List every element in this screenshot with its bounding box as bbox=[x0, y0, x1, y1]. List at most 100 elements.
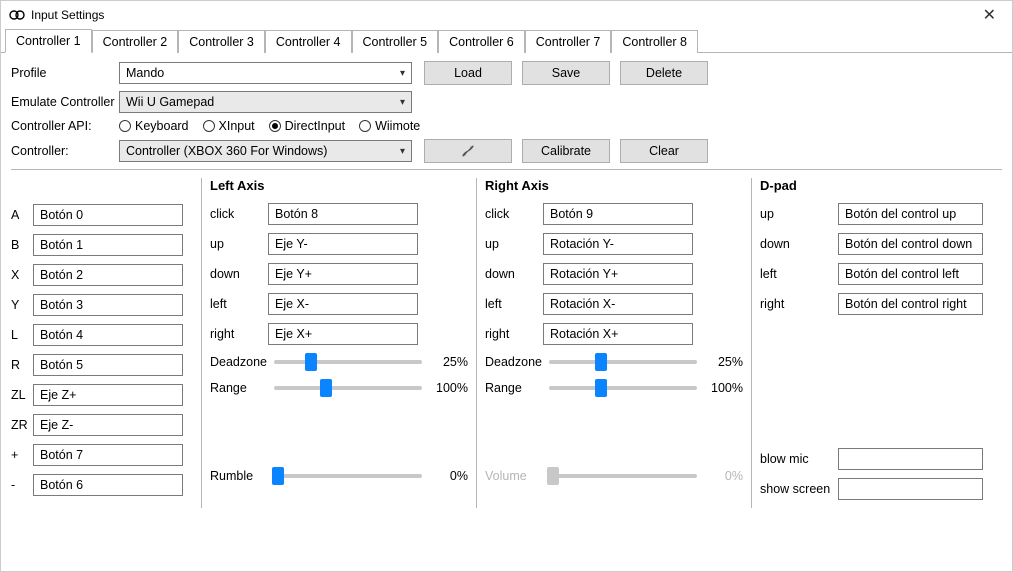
laxis-down-bind[interactable]: Eje Y+ bbox=[268, 263, 418, 285]
button-R-label: R bbox=[11, 358, 33, 372]
titlebar: Input Settings ✕ bbox=[1, 1, 1012, 29]
show-screen-label: show screen bbox=[760, 482, 838, 496]
raxis-right-bind[interactable]: Rotación X+ bbox=[543, 323, 693, 345]
laxis-left-bind[interactable]: Eje X- bbox=[268, 293, 418, 315]
chevron-down-icon: ▾ bbox=[400, 68, 405, 79]
laxis-click-bind[interactable]: Botón 8 bbox=[268, 203, 418, 225]
button-+-bind[interactable]: Botón 7 bbox=[33, 444, 183, 466]
button---bind[interactable]: Botón 6 bbox=[33, 474, 183, 496]
emulate-value: Wii U Gamepad bbox=[126, 95, 214, 109]
tab-controller-4[interactable]: Controller 4 bbox=[265, 30, 352, 53]
controller-select[interactable]: Controller (XBOX 360 For Windows) ▾ bbox=[119, 140, 412, 162]
rumble-slider[interactable] bbox=[274, 467, 422, 485]
laxis-up-label: up bbox=[210, 237, 268, 251]
right-deadzone-slider[interactable] bbox=[549, 353, 697, 371]
controller-tabs: Controller 1 Controller 2 Controller 3 C… bbox=[1, 29, 1012, 53]
dpad-left-bind[interactable]: Botón del control left bbox=[838, 263, 983, 285]
dpad-right-label: right bbox=[760, 297, 838, 311]
tab-controller-7[interactable]: Controller 7 bbox=[525, 30, 612, 53]
blow-mic-bind[interactable] bbox=[838, 448, 983, 470]
tab-controller-3[interactable]: Controller 3 bbox=[178, 30, 265, 53]
dpad-right-bind[interactable]: Botón del control right bbox=[838, 293, 983, 315]
laxis-click-label: click bbox=[210, 207, 268, 221]
raxis-left-label: left bbox=[485, 297, 543, 311]
volume-slider[interactable] bbox=[549, 467, 697, 485]
profile-value: Mando bbox=[126, 66, 164, 80]
left-deadzone-label: Deadzone bbox=[210, 355, 268, 369]
close-button[interactable]: ✕ bbox=[975, 5, 1004, 25]
laxis-right-bind[interactable]: Eje X+ bbox=[268, 323, 418, 345]
button-B-label: B bbox=[11, 238, 33, 252]
button-A-bind[interactable]: Botón 0 bbox=[33, 204, 183, 226]
dpad-up-label: up bbox=[760, 207, 838, 221]
button-X-bind[interactable]: Botón 2 bbox=[33, 264, 183, 286]
volume-label: Volume bbox=[485, 469, 543, 483]
button-L-label: L bbox=[11, 328, 33, 342]
right-range-slider[interactable] bbox=[549, 379, 697, 397]
button-ZL-bind[interactable]: Eje Z+ bbox=[33, 384, 183, 406]
button-R-bind[interactable]: Botón 5 bbox=[33, 354, 183, 376]
raxis-click-label: click bbox=[485, 207, 543, 221]
rumble-label: Rumble bbox=[210, 469, 268, 483]
radio-directinput[interactable]: DirectInput bbox=[269, 119, 345, 133]
tab-controller-5[interactable]: Controller 5 bbox=[352, 30, 439, 53]
chevron-down-icon: ▾ bbox=[400, 146, 405, 157]
tab-controller-2[interactable]: Controller 2 bbox=[92, 30, 179, 53]
tab-controller-8[interactable]: Controller 8 bbox=[611, 30, 698, 53]
tab-controller-6[interactable]: Controller 6 bbox=[438, 30, 525, 53]
raxis-up-label: up bbox=[485, 237, 543, 251]
rumble-pct: 0% bbox=[428, 469, 468, 483]
dpad-down-label: down bbox=[760, 237, 838, 251]
refresh-button[interactable] bbox=[424, 139, 512, 163]
left-deadzone-pct: 25% bbox=[428, 355, 468, 369]
calibrate-button[interactable]: Calibrate bbox=[522, 139, 610, 163]
button-L-bind[interactable]: Botón 4 bbox=[33, 324, 183, 346]
show-screen-bind[interactable] bbox=[838, 478, 983, 500]
button-ZR-bind[interactable]: Eje Z- bbox=[33, 414, 183, 436]
laxis-left-label: left bbox=[210, 297, 268, 311]
button-ZR-label: ZR bbox=[11, 418, 33, 432]
raxis-up-bind[interactable]: Rotación Y- bbox=[543, 233, 693, 255]
right-range-pct: 100% bbox=[703, 381, 743, 395]
laxis-right-label: right bbox=[210, 327, 268, 341]
dpad-down-bind[interactable]: Botón del control down bbox=[838, 233, 983, 255]
button-B-bind[interactable]: Botón 1 bbox=[33, 234, 183, 256]
button-Y-bind[interactable]: Botón 3 bbox=[33, 294, 183, 316]
api-label: Controller API: bbox=[11, 119, 119, 133]
chevron-down-icon: ▾ bbox=[400, 97, 405, 108]
raxis-right-label: right bbox=[485, 327, 543, 341]
blow-mic-label: blow mic bbox=[760, 452, 838, 466]
delete-button[interactable]: Delete bbox=[620, 61, 708, 85]
raxis-left-bind[interactable]: Rotación X- bbox=[543, 293, 693, 315]
radio-keyboard[interactable]: Keyboard bbox=[119, 119, 189, 133]
left-range-label: Range bbox=[210, 381, 268, 395]
button-ZL-label: ZL bbox=[11, 388, 33, 402]
tab-controller-1[interactable]: Controller 1 bbox=[5, 29, 92, 53]
app-icon bbox=[9, 7, 25, 23]
clear-button[interactable]: Clear bbox=[620, 139, 708, 163]
laxis-up-bind[interactable]: Eje Y- bbox=[268, 233, 418, 255]
emulate-select[interactable]: Wii U Gamepad ▾ bbox=[119, 91, 412, 113]
load-button[interactable]: Load bbox=[424, 61, 512, 85]
profile-select[interactable]: Mando ▾ bbox=[119, 62, 412, 84]
controller-label: Controller: bbox=[11, 144, 119, 158]
api-radio-group: Keyboard XInput DirectInput Wiimote bbox=[119, 119, 420, 133]
window-title: Input Settings bbox=[31, 8, 975, 22]
save-button[interactable]: Save bbox=[522, 61, 610, 85]
radio-xinput[interactable]: XInput bbox=[203, 119, 255, 133]
raxis-down-bind[interactable]: Rotación Y+ bbox=[543, 263, 693, 285]
button-Y-label: Y bbox=[11, 298, 33, 312]
raxis-click-bind[interactable]: Botón 9 bbox=[543, 203, 693, 225]
button---label: - bbox=[11, 478, 33, 492]
radio-wiimote[interactable]: Wiimote bbox=[359, 119, 420, 133]
right-deadzone-pct: 25% bbox=[703, 355, 743, 369]
input-settings-window: Input Settings ✕ Controller 1 Controller… bbox=[0, 0, 1013, 572]
left-range-slider[interactable] bbox=[274, 379, 422, 397]
dpad-title: D-pad bbox=[760, 178, 994, 193]
dpad-up-bind[interactable]: Botón del control up bbox=[838, 203, 983, 225]
profile-label: Profile bbox=[11, 66, 119, 80]
left-deadzone-slider[interactable] bbox=[274, 353, 422, 371]
right-range-label: Range bbox=[485, 381, 543, 395]
button-+-label: + bbox=[11, 448, 33, 462]
left-axis-title: Left Axis bbox=[210, 178, 468, 193]
